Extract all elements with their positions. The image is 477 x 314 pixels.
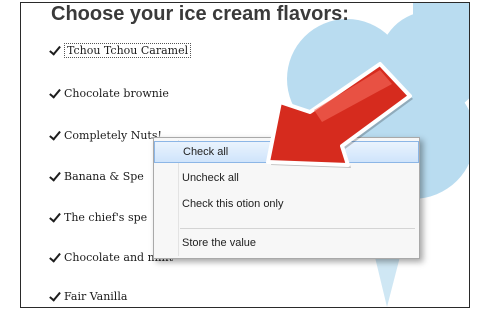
- checkbox-checked-icon[interactable]: [49, 44, 59, 56]
- checkbox-checked-icon[interactable]: [49, 170, 59, 182]
- flavor-item[interactable]: Banana & Spe: [49, 165, 144, 187]
- checkbox-checked-icon[interactable]: [49, 290, 59, 302]
- menu-item-check-this-only[interactable]: Check this otion only: [154, 193, 419, 215]
- flavor-label: Completely Nuts!: [64, 128, 162, 142]
- flavor-label: Chocolate brownie: [64, 86, 169, 100]
- page-title: Choose your ice cream flavors:: [51, 3, 349, 25]
- flavor-item[interactable]: Fair Vanilla: [49, 285, 127, 307]
- menu-item-store-value[interactable]: Store the value: [154, 232, 419, 254]
- menu-separator: [180, 228, 415, 229]
- checkbox-checked-icon[interactable]: [49, 87, 59, 99]
- flavor-label: Banana & Spe: [64, 169, 144, 183]
- flavor-label: The chief's spe: [64, 210, 148, 224]
- checkbox-checked-icon[interactable]: [49, 211, 59, 223]
- flavor-item[interactable]: Chocolate brownie: [49, 82, 169, 104]
- flavor-item[interactable]: Tchou Tchou Caramel: [49, 39, 192, 61]
- red-arrow-icon: [266, 62, 413, 168]
- flavor-label: Fair Vanilla: [64, 289, 128, 303]
- flavor-item[interactable]: The chief's spe: [49, 206, 147, 228]
- checkbox-checked-icon[interactable]: [49, 251, 59, 263]
- flavor-item[interactable]: Completely Nuts!: [49, 124, 162, 146]
- flavor-label: Tchou Tchou Caramel: [64, 42, 192, 58]
- checkbox-checked-icon[interactable]: [49, 129, 59, 141]
